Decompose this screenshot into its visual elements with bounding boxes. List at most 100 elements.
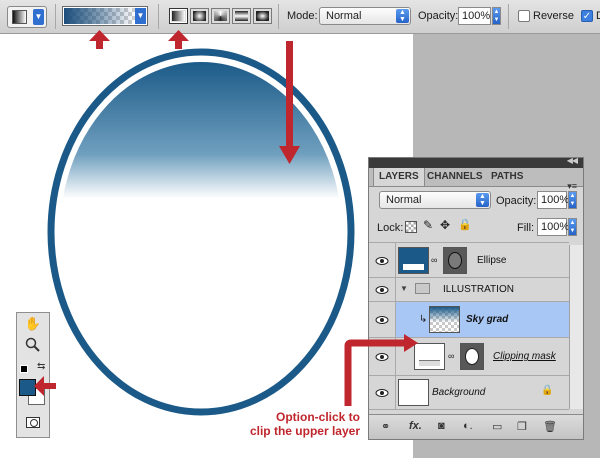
hand-tool-icon[interactable]: ✋ [24, 315, 42, 333]
link-icon[interactable]: ⚭ [381, 420, 390, 433]
collapse-icon[interactable]: ◀◀ [567, 156, 578, 165]
tool-preset-picker[interactable]: ▼ [7, 6, 47, 28]
fx-icon[interactable]: fx. [409, 420, 422, 432]
panel-tabs: LAYERS CHANNELS PATHS ▾≡ [369, 168, 583, 191]
vector-mask-thumbnail[interactable] [443, 247, 467, 274]
gradient-picker[interactable]: ▼ [62, 6, 148, 26]
layer-row-illustration[interactable]: ▼ ILLUSTRATION [369, 278, 569, 302]
folder-icon [415, 283, 430, 294]
options-bar: ▼ ▼ Mode: Normal ▲ ▼ Opacity: 100% ▲ ▼ Rev… [0, 0, 600, 34]
panel-bottom-bar: ⚭ fx. ◙ ◐. ▭ ❐ 🗑 [369, 414, 583, 439]
lock-all-icon[interactable]: 🔒 [458, 218, 472, 231]
lock-pixels-icon[interactable]: ✎ [423, 218, 433, 232]
annotation-callout: Option-click to clip the upper layer [232, 410, 360, 438]
panel-titlebar[interactable]: ◀◀ [369, 156, 583, 168]
vector-mask-thumbnail[interactable] [460, 343, 484, 370]
reflected-gradient-button[interactable] [232, 8, 251, 24]
layers-scrollbar[interactable] [569, 245, 583, 409]
divider [158, 4, 159, 29]
layer-opacity-stepper[interactable]: ▲ ▼ [568, 191, 577, 209]
add-mask-icon[interactable]: ◙ [438, 420, 445, 432]
layer-name: Clipping mask [493, 351, 556, 362]
angle-gradient-button[interactable] [211, 8, 230, 24]
layer-row-background[interactable]: Background 🔒 [369, 376, 569, 410]
layer-row-ellipse[interactable]: ∞ Ellipse [369, 242, 569, 278]
reflected-gradient-icon [235, 11, 248, 21]
default-colors-icon[interactable] [20, 365, 28, 373]
annotation-line-2: clip the upper layer [249, 424, 360, 438]
layer-name: Background [432, 387, 486, 398]
up-down-arrows-icon: ▲ ▼ [476, 193, 489, 207]
opacity-stepper[interactable]: ▲ ▼ [492, 7, 501, 25]
lock-icon: 🔒 [541, 385, 554, 396]
trash-icon[interactable]: 🗑 [543, 420, 557, 433]
layer-thumbnail [398, 247, 429, 274]
sky-gradient-fill [59, 61, 343, 405]
toolbox: ✋ ⇆ [16, 312, 50, 438]
mode-value: Normal [326, 10, 362, 22]
opacity-label: Opacity: [418, 10, 459, 22]
layer-name: Ellipse [477, 255, 507, 266]
layer-thumbnail [414, 343, 445, 370]
up-down-arrows-icon: ▲ ▼ [396, 9, 409, 23]
divider [508, 4, 509, 29]
layer-row-sky-grad[interactable]: ↳ Sky grad [369, 302, 569, 338]
radial-gradient-button[interactable] [190, 8, 209, 24]
lock-label: Lock: [377, 222, 404, 234]
gradient-tool-icon [12, 10, 27, 24]
reverse-checkbox[interactable] [518, 10, 530, 22]
eye-icon[interactable] [375, 256, 389, 266]
opacity-field[interactable]: 100% [458, 7, 491, 25]
radial-gradient-icon [193, 11, 206, 21]
layers-panel: ◀◀ LAYERS CHANNELS PATHS ▾≡ Normal ▲ ▼ Op… [368, 156, 584, 440]
quick-mask-icon[interactable] [26, 417, 40, 428]
mode-select[interactable]: Normal ▲ ▼ [319, 7, 411, 25]
angle-gradient-icon [214, 11, 227, 21]
zoom-tool-icon[interactable] [24, 337, 42, 355]
layer-thumbnail [398, 379, 429, 406]
tab-layers[interactable]: LAYERS [373, 168, 425, 186]
new-layer-icon[interactable]: ❐ [517, 420, 527, 433]
diamond-gradient-icon [256, 11, 269, 21]
document-canvas[interactable] [0, 34, 413, 458]
chevron-down-icon[interactable]: ▼ [135, 8, 146, 24]
foreground-color-swatch[interactable] [19, 379, 36, 396]
lock-transparency-icon[interactable] [405, 221, 417, 233]
linear-gradient-button[interactable] [169, 8, 188, 24]
disclosure-triangle-icon[interactable]: ▼ [400, 284, 408, 293]
clip-arrow-icon: ↳ [419, 314, 428, 325]
blend-mode-select[interactable]: Normal ▲ ▼ [379, 191, 491, 209]
dither-checkbox[interactable]: ✓ [581, 10, 593, 22]
diamond-gradient-button[interactable] [253, 8, 272, 24]
eye-icon[interactable] [375, 388, 389, 398]
opacity-label: Opacity: [496, 195, 537, 207]
link-icon: ∞ [448, 351, 455, 361]
tab-paths[interactable]: PATHS [486, 168, 528, 186]
layer-thumbnail [429, 306, 460, 333]
blend-mode-value: Normal [386, 194, 422, 206]
adjustment-icon[interactable]: ◐. [463, 420, 473, 432]
layer-name: Sky grad [466, 314, 509, 325]
swap-colors-icon[interactable]: ⇆ [37, 361, 45, 372]
dither-label: Di [596, 10, 600, 22]
tab-channels[interactable]: CHANNELS [422, 168, 488, 186]
eye-icon[interactable] [375, 285, 389, 295]
divider [55, 4, 56, 29]
layer-name: ILLUSTRATION [443, 284, 514, 295]
layer-opacity-field[interactable]: 100% [537, 191, 569, 209]
fill-label: Fill: [517, 222, 535, 234]
link-icon: ∞ [431, 255, 438, 265]
eye-icon[interactable] [375, 352, 389, 362]
fill-stepper[interactable]: ▲ ▼ [568, 218, 577, 236]
group-icon[interactable]: ▭ [492, 420, 502, 433]
fill-value: 100% [541, 221, 570, 233]
opacity-value: 100% [462, 10, 491, 22]
eye-icon[interactable] [375, 315, 389, 325]
gradient-preview [64, 8, 135, 24]
linear-gradient-icon [172, 11, 185, 21]
layer-row-clipping-mask[interactable]: ∞ Clipping mask [369, 338, 569, 376]
fill-field[interactable]: 100% [537, 218, 570, 236]
mode-label: Mode: [287, 10, 318, 22]
reverse-label: Reverse [533, 10, 574, 22]
lock-position-icon[interactable]: ✥ [440, 218, 450, 232]
